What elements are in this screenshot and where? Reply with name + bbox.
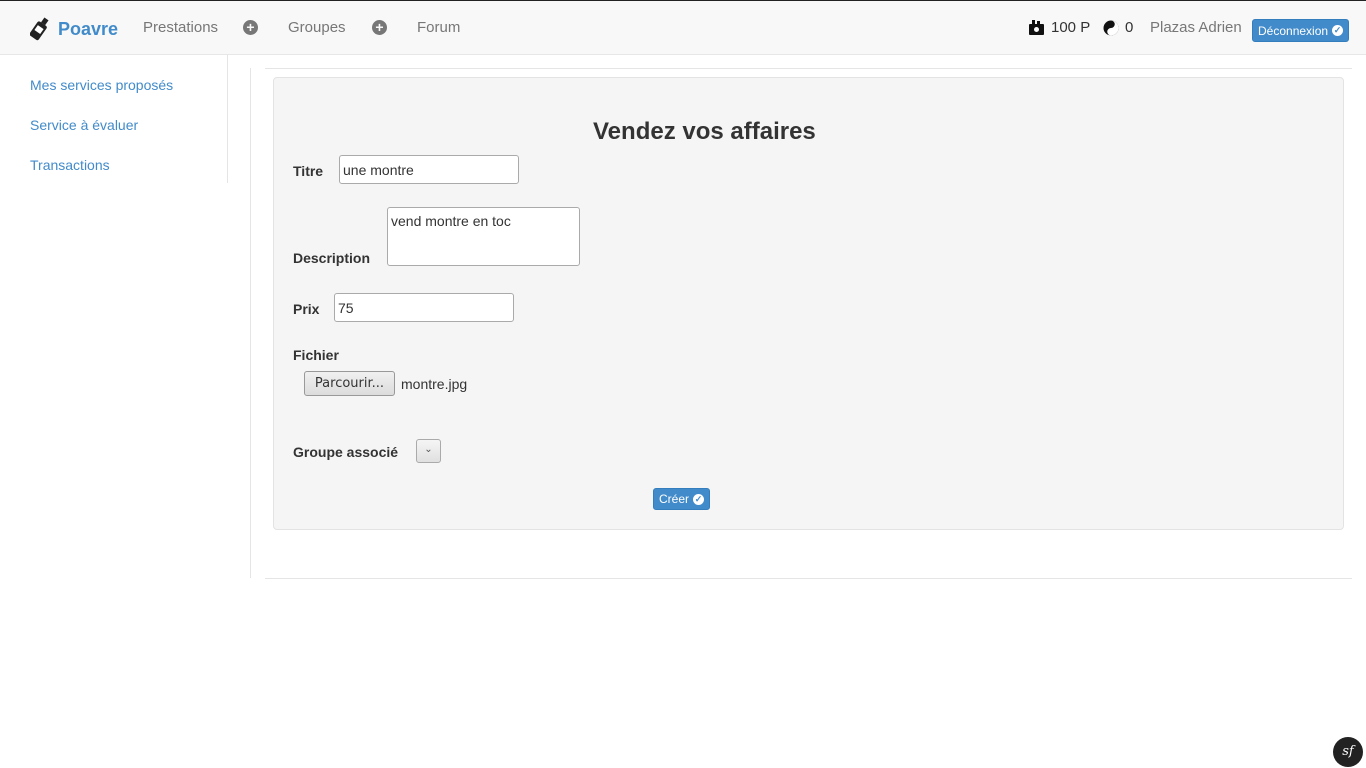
description-label: Description <box>293 250 371 266</box>
logout-label: Déconnexion <box>1258 23 1329 38</box>
groupe-select[interactable]: ⌄ <box>416 439 441 463</box>
nav-groupes[interactable]: Groupes <box>288 19 346 36</box>
logout-button[interactable]: Déconnexion ✓ <box>1252 19 1350 42</box>
yin-yang-icon <box>1103 20 1119 35</box>
content-bottom-rule <box>265 578 1352 579</box>
brand-link[interactable]: Poavre <box>30 15 118 43</box>
titre-label: Titre <box>293 163 324 179</box>
karma-value: 0 <box>1125 19 1134 36</box>
sidebar-item-service-a-evaluer[interactable]: Service à évaluer <box>30 117 138 133</box>
karma-indicator: 0 <box>1103 19 1133 36</box>
sidebar-item-mes-services[interactable]: Mes services proposés <box>30 77 173 93</box>
brand-name: Poavre <box>58 18 119 39</box>
create-button[interactable]: Créer ✓ <box>653 488 711 510</box>
check-circle-icon: ✓ <box>1332 25 1344 36</box>
user-name[interactable]: Plazas Adrien <box>1150 19 1242 36</box>
prix-input[interactable] <box>334 293 514 322</box>
groupe-label: Groupe associé <box>293 444 399 460</box>
sidebar: Mes services proposés Service à évaluer … <box>0 55 228 183</box>
sidebar-item-transactions[interactable]: Transactions <box>30 157 110 173</box>
balance-value: 100 P <box>1051 19 1091 36</box>
add-prestation-icon[interactable]: + <box>243 20 258 35</box>
add-groupe-icon[interactable]: + <box>372 20 387 35</box>
content-divider <box>250 68 251 578</box>
chevron-down-icon: ⌄ <box>424 444 433 455</box>
page-title: Vendez vos affaires <box>593 118 816 145</box>
selected-file-name: montre.jpg <box>401 376 468 392</box>
description-textarea[interactable]: vend montre en toc <box>387 207 580 266</box>
nav-prestations[interactable]: Prestations <box>143 19 218 36</box>
fichier-label: Fichier <box>293 347 339 363</box>
top-navbar: Poavre Prestations + Groupes + Forum 100… <box>0 0 1366 55</box>
symfony-icon[interactable]: sf <box>1333 737 1363 767</box>
money-bag-icon <box>1029 20 1044 35</box>
bottle-icon <box>30 17 49 41</box>
nav-forum[interactable]: Forum <box>417 19 460 36</box>
titre-input[interactable] <box>339 155 519 184</box>
balance-indicator: 100 P <box>1028 19 1090 36</box>
create-label: Créer <box>659 492 690 506</box>
browse-file-button[interactable]: Parcourir... <box>304 371 395 396</box>
check-circle-icon: ✓ <box>693 493 705 505</box>
prix-label: Prix <box>293 301 320 317</box>
content-top-rule <box>265 68 1352 69</box>
